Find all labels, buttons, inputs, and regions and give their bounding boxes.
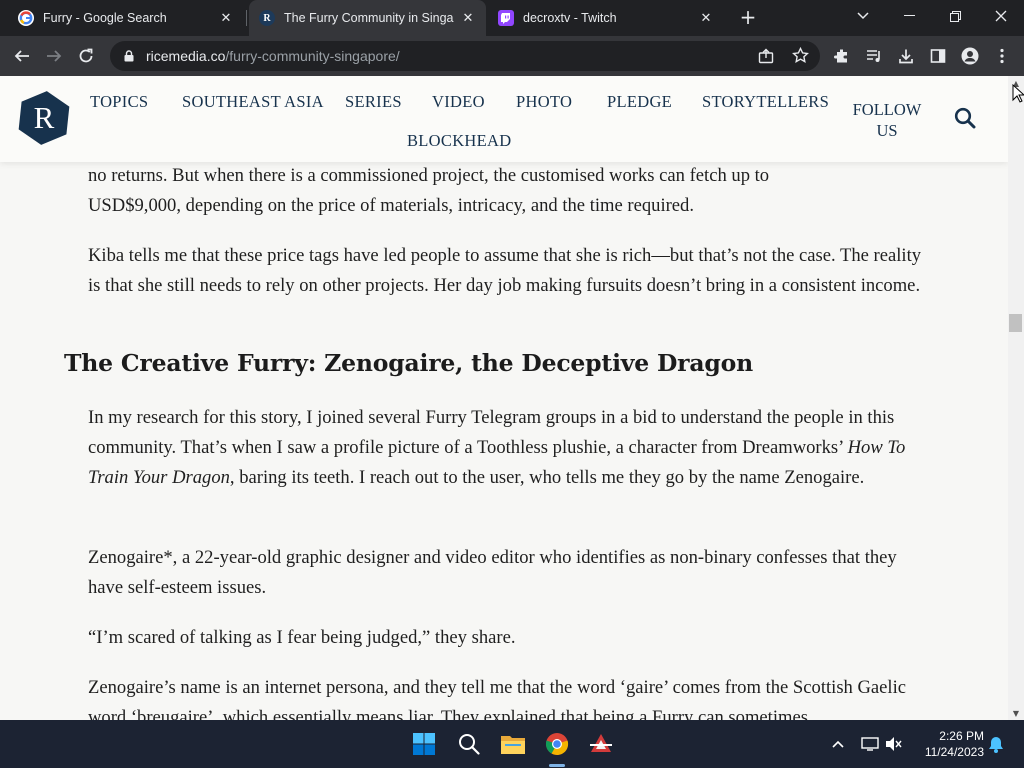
- paragraph-kiba: Kiba tells me that these price tags have…: [88, 245, 922, 296]
- mouse-cursor-icon: [1012, 83, 1024, 104]
- url-path: /furry-community-singapore/: [225, 48, 400, 64]
- logo-letter: R: [34, 100, 55, 135]
- paragraph-zenogaire-intro: Zenogaire*, a 22-year-old graphic design…: [88, 547, 897, 598]
- paragraph-name-origin: Zenogaire’s name is an internet persona,…: [88, 677, 907, 720]
- tab-title: The Furry Community in Singapo: [284, 11, 454, 25]
- restore-icon[interactable]: [932, 0, 978, 32]
- nav-storytellers[interactable]: STORYTELLERS: [702, 92, 829, 112]
- media-queue-icon[interactable]: [862, 44, 886, 68]
- search-icon[interactable]: [954, 107, 976, 129]
- chrome-icon[interactable]: [543, 730, 571, 758]
- notification-bell-icon[interactable]: [986, 734, 1006, 754]
- browser-tab-strip: Furry - Google Search ✕ R The Furry Comm…: [0, 0, 1024, 36]
- ricemedia-logo[interactable]: R: [16, 90, 72, 146]
- paragraph-price: no returns. But when there is a commissi…: [88, 161, 926, 221]
- side-panel-icon[interactable]: [926, 44, 950, 68]
- nav-series[interactable]: SERIES: [345, 92, 402, 112]
- clock-date: 11/24/2023: [924, 745, 984, 759]
- research-text-start: In my research for this story, I joined …: [88, 407, 895, 458]
- close-window-icon[interactable]: [978, 0, 1024, 32]
- windows-start-icon[interactable]: [410, 730, 438, 758]
- google-icon: [18, 10, 34, 26]
- page-scrollbar[interactable]: ▲ ▼: [1008, 76, 1024, 720]
- paragraph-line: no returns. But when there is a commissi…: [88, 165, 770, 186]
- nav-video[interactable]: VIDEO: [432, 92, 485, 112]
- tab-search-chevron-icon[interactable]: [840, 0, 886, 32]
- web-page: R TOPICS SOUTHEAST ASIA SERIES VIDEO PHO…: [0, 76, 1008, 720]
- paragraph-line: USD$9,000, depending on the price of mat…: [88, 195, 695, 216]
- tab-furry-community[interactable]: R The Furry Community in Singapo ✕: [249, 0, 486, 36]
- minimize-icon[interactable]: [886, 0, 932, 32]
- nav-blockhead[interactable]: BLOCKHEAD: [407, 131, 511, 151]
- nav-southeast-asia[interactable]: SOUTHEAST ASIA: [182, 92, 324, 112]
- follow-line-1: FOLLOW: [852, 100, 922, 119]
- close-tab-icon[interactable]: ✕: [460, 10, 476, 26]
- tab-divider: [246, 10, 247, 26]
- tab-twitch[interactable]: decroxtv - Twitch ✕: [488, 0, 724, 36]
- address-bar[interactable]: ricemedia.co/furry-community-singapore/: [110, 41, 820, 71]
- windows-taskbar: 2:26 PM 11/24/2023: [0, 720, 1024, 768]
- follow-line-2: US: [876, 121, 898, 140]
- paragraph-research: In my research for this story, I joined …: [88, 403, 926, 493]
- paragraph-quote: “I’m scared of talking as I fear being j…: [88, 627, 516, 648]
- lock-icon[interactable]: [122, 49, 136, 63]
- nav-pledge[interactable]: PLEDGE: [607, 92, 672, 112]
- extensions-icon[interactable]: [830, 44, 854, 68]
- download-icon[interactable]: [894, 44, 918, 68]
- tab-title: Furry - Google Search: [43, 11, 167, 25]
- app-pinned-icon[interactable]: [587, 730, 615, 758]
- volume-muted-icon[interactable]: [884, 734, 904, 754]
- tray-overflow-chevron-icon[interactable]: [828, 734, 848, 754]
- more-menu-icon[interactable]: [990, 44, 1014, 68]
- display-icon[interactable]: [860, 734, 880, 754]
- nav-photo[interactable]: PHOTO: [516, 92, 572, 112]
- url-domain: ricemedia.co: [146, 48, 226, 64]
- site-header: R TOPICS SOUTHEAST ASIA SERIES VIDEO PHO…: [0, 76, 1008, 162]
- browser-toolbar: ricemedia.co/furry-community-singapore/: [0, 36, 1024, 76]
- share-icon[interactable]: [758, 48, 774, 68]
- profile-avatar-icon[interactable]: [958, 44, 982, 68]
- ricemedia-icon: R: [259, 10, 275, 26]
- reload-icon[interactable]: [74, 44, 98, 68]
- taskbar-search-icon[interactable]: [455, 730, 483, 758]
- research-text-end: , baring its teeth. I reach out to the u…: [229, 467, 865, 488]
- close-tab-icon[interactable]: ✕: [218, 10, 234, 26]
- bookmark-star-icon[interactable]: [792, 46, 809, 68]
- back-icon[interactable]: [10, 44, 34, 68]
- clock-time: 2:26 PM: [939, 729, 984, 743]
- tab-google-search[interactable]: Furry - Google Search ✕: [8, 0, 244, 36]
- scrollbar-thumb[interactable]: [1009, 314, 1022, 332]
- scroll-down-arrow-icon[interactable]: ▼: [1008, 706, 1024, 720]
- active-app-indicator: [549, 764, 565, 767]
- close-tab-icon[interactable]: ✕: [698, 10, 714, 26]
- tab-title: decroxtv - Twitch: [523, 11, 617, 25]
- file-explorer-icon[interactable]: [499, 730, 527, 758]
- new-tab-icon[interactable]: +: [737, 5, 759, 29]
- nav-follow-us[interactable]: FOLLOW US: [848, 99, 926, 141]
- url-text: ricemedia.co/furry-community-singapore/: [146, 48, 400, 64]
- taskbar-clock[interactable]: 2:26 PM 11/24/2023: [908, 728, 984, 760]
- twitch-icon: [498, 10, 514, 26]
- forward-icon[interactable]: [42, 44, 66, 68]
- nav-topics[interactable]: TOPICS: [90, 92, 148, 112]
- section-heading: The Creative Furry: Zenogaire, the Decep…: [64, 349, 753, 377]
